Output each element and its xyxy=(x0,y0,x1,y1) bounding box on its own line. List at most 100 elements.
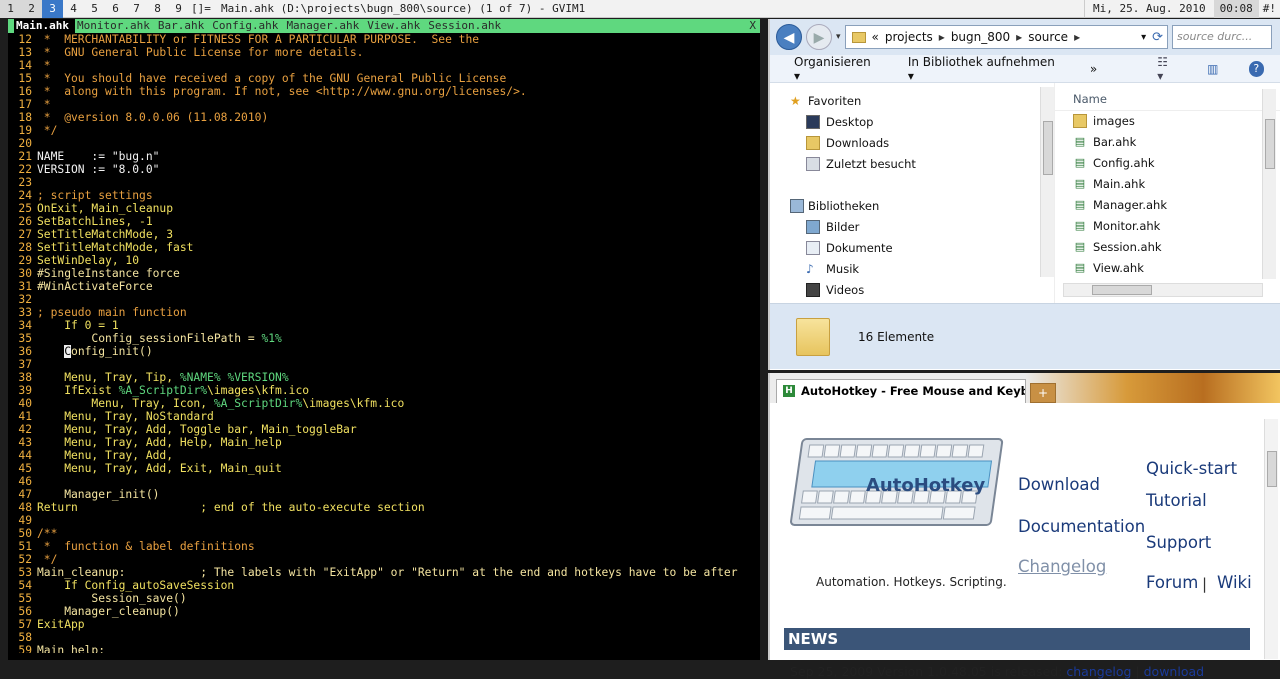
help-icon[interactable]: ? xyxy=(1248,60,1264,77)
tag-4[interactable]: 4 xyxy=(63,0,84,18)
breadcrumb-source[interactable]: source xyxy=(1028,30,1068,44)
quickstart-link[interactable]: Quick-start xyxy=(1146,459,1237,478)
vim-tab-session-ahk[interactable]: Session.ahk xyxy=(426,19,507,33)
breadcrumb-bugn800[interactable]: bugn_800 xyxy=(951,30,1010,44)
tag-9[interactable]: 9 xyxy=(168,0,189,18)
documentation-link[interactable]: Documentation xyxy=(1018,517,1145,536)
close-tab-button[interactable]: X xyxy=(749,19,756,33)
vim-tab-config-ahk[interactable]: Config.ahk xyxy=(210,19,284,33)
vim-tab-manager-ahk[interactable]: Manager.ahk xyxy=(284,19,365,33)
file-item[interactable]: ▤ Monitor.ahk xyxy=(1055,216,1280,237)
file-name: Monitor.ahk xyxy=(1093,219,1161,233)
wiki-link[interactable]: Wiki xyxy=(1217,573,1252,592)
horizontal-scrollbar-thumb[interactable] xyxy=(1092,285,1152,295)
line-number: 36 xyxy=(18,345,32,358)
file-item[interactable]: ▤ Session.ahk xyxy=(1055,237,1280,258)
organize-button[interactable]: Organisieren ▾ xyxy=(794,55,878,83)
add-to-library-button[interactable]: In Bibliothek aufnehmen ▾ xyxy=(908,55,1060,83)
new-tab-button[interactable]: + xyxy=(1030,383,1056,403)
search-input[interactable]: source durc... xyxy=(1172,25,1272,49)
file-item[interactable]: images xyxy=(1055,111,1280,132)
browser-window[interactable]: H AutoHotkey - Free Mouse and Keybo... +… xyxy=(768,373,1280,679)
chevron-right-icon[interactable]: ▸ xyxy=(939,30,945,44)
tag-8[interactable]: 8 xyxy=(147,0,168,18)
file-list-scrollbar[interactable] xyxy=(1262,89,1276,279)
chevron-right-icon[interactable]: ▸ xyxy=(1074,30,1080,44)
tutorial-link[interactable]: Tutorial xyxy=(1146,491,1207,510)
code-editor[interactable]: 12 * MERCHANTABILITY or FITNESS FOR A PA… xyxy=(8,33,760,653)
ahk-file-icon: ▤ xyxy=(1074,240,1086,253)
tag-2[interactable]: 2 xyxy=(21,0,42,18)
file-item[interactable]: ▤ Main.ahk xyxy=(1055,174,1280,195)
vim-tab-main-ahk[interactable]: Main.ahk xyxy=(14,19,75,33)
nav-desktop[interactable]: Desktop xyxy=(770,112,1054,133)
navigation-pane[interactable]: ★ Favoriten Desktop Downloads Zuletzt be… xyxy=(770,83,1054,303)
file-name: Config.ahk xyxy=(1093,156,1155,170)
changelog-link[interactable]: Changelog xyxy=(1018,557,1106,576)
tag-5[interactable]: 5 xyxy=(84,0,105,18)
line-number: 52 xyxy=(18,553,32,566)
nav-scrollbar-thumb[interactable] xyxy=(1043,121,1053,175)
file-name: Bar.ahk xyxy=(1093,135,1137,149)
nav-recent[interactable]: Zuletzt besucht xyxy=(770,154,1054,175)
news-changelog-link[interactable]: changelog xyxy=(1066,664,1131,679)
nav-downloads[interactable]: Downloads xyxy=(770,133,1054,154)
nav-videos[interactable]: Videos xyxy=(770,280,1054,301)
preview-pane-icon[interactable]: ▥ xyxy=(1207,62,1218,76)
forward-button[interactable]: ▶ xyxy=(806,24,832,50)
vim-tab-view-ahk[interactable]: View.ahk xyxy=(365,19,426,33)
tag-7[interactable]: 7 xyxy=(126,0,147,18)
videos-icon xyxy=(806,283,820,297)
gvim-window[interactable]: Main.ahk Monitor.ahk Bar.ahk Config.ahk Mana… xyxy=(0,19,768,660)
news-download-link[interactable]: download xyxy=(1144,664,1204,679)
file-item[interactable]: ▤ Config.ahk xyxy=(1055,153,1280,174)
code-line: 45 Menu, Tray, Add, Exit, Main_quit xyxy=(10,462,760,475)
address-dropdown-icon[interactable]: ▾ xyxy=(1141,32,1146,43)
layout-indicator[interactable]: []= xyxy=(189,2,213,15)
breadcrumb-overflow[interactable]: « xyxy=(872,30,879,44)
line-number: 17 xyxy=(18,98,32,111)
nav-libraries[interactable]: Bibliotheken xyxy=(770,196,1054,217)
vim-tab-monitor-ahk[interactable]: Monitor.ahk xyxy=(75,19,156,33)
file-item[interactable]: ▤ Manager.ahk xyxy=(1055,195,1280,216)
support-link[interactable]: Support xyxy=(1146,533,1211,552)
file-item[interactable]: ▤ View.ahk xyxy=(1055,258,1280,279)
column-header-name[interactable]: Name xyxy=(1055,87,1280,111)
chevron-right-icon[interactable]: ▸ xyxy=(1016,30,1022,44)
tag-1[interactable]: 1 xyxy=(0,0,21,18)
page-scrollbar-thumb[interactable] xyxy=(1267,451,1277,487)
refresh-icon[interactable]: ⟳ xyxy=(1152,30,1163,45)
news-item: Sep 25, 2009 Version 1.0.48.05 is releas… xyxy=(790,664,1204,679)
nav-favorites[interactable]: ★ Favoriten xyxy=(770,91,1054,112)
web-page[interactable]: AutoHotkey Automation. Hotkeys. Scriptin… xyxy=(770,403,1280,679)
file-item[interactable]: ▤ Bar.ahk xyxy=(1055,132,1280,153)
history-dropdown-icon[interactable]: ▾ xyxy=(836,32,841,42)
browser-tab-autohotkey[interactable]: H AutoHotkey - Free Mouse and Keybo... xyxy=(776,379,1026,403)
nav-documents[interactable]: Dokumente xyxy=(770,238,1054,259)
nav-scrollbar[interactable] xyxy=(1040,87,1054,277)
vim-tab-bar-ahk[interactable]: Bar.ahk xyxy=(156,19,210,33)
more-button[interactable]: » xyxy=(1090,62,1097,76)
download-link[interactable]: Download xyxy=(1018,475,1100,494)
forum-link[interactable]: Forum xyxy=(1146,573,1198,592)
item-count: 16 Elemente xyxy=(858,329,935,344)
line-text: */ xyxy=(37,124,58,137)
nav-pictures[interactable]: Bilder xyxy=(770,217,1054,238)
line-text: Return ; end of the auto-execute section xyxy=(37,501,425,514)
breadcrumb-projects[interactable]: projects xyxy=(885,30,933,44)
file-list[interactable]: Name images ▤ Bar.ahk ▤ Config.ahk ▤ Main.ahk ▤… xyxy=(1054,83,1280,303)
line-number: 19 xyxy=(18,124,32,137)
file-explorer-window[interactable]: ◀ ▶ ▾ « projects ▸ bugn_800 ▸ source ▸ ▾… xyxy=(768,19,1280,370)
file-list-scrollbar-thumb[interactable] xyxy=(1265,119,1275,169)
line-number: 38 xyxy=(18,371,32,384)
nav-music[interactable]: ♪ Musik xyxy=(770,259,1054,280)
back-button[interactable]: ◀ xyxy=(776,24,802,50)
page-scrollbar[interactable] xyxy=(1264,419,1278,659)
tag-3[interactable]: 3 xyxy=(42,0,63,18)
tag-6[interactable]: 6 xyxy=(105,0,126,18)
folder-icon xyxy=(1073,114,1087,128)
horizontal-scrollbar[interactable] xyxy=(1063,283,1263,297)
address-bar[interactable]: « projects ▸ bugn_800 ▸ source ▸ ▾ ⟳ xyxy=(844,25,1168,49)
code-line: 27 SetTitleMatchMode, 3 xyxy=(10,228,760,241)
view-options-icon[interactable]: ☷ ▾ xyxy=(1157,55,1177,83)
